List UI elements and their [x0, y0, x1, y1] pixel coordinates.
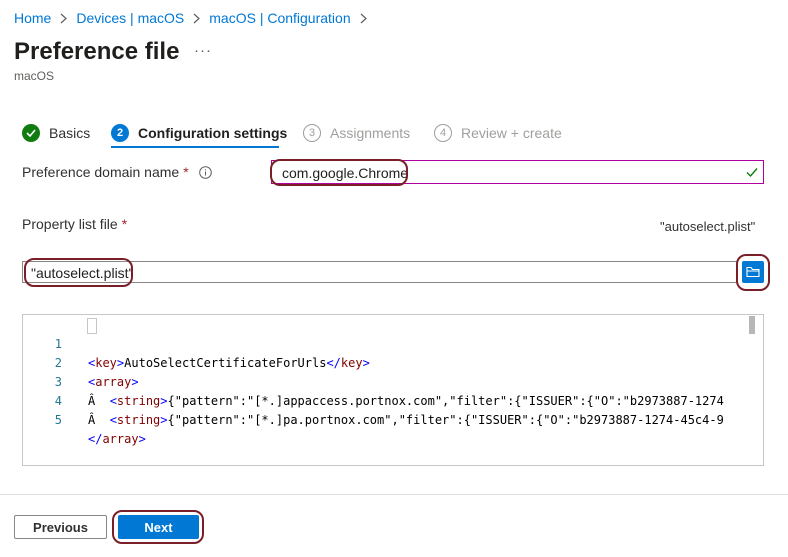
highlight-annotation	[270, 159, 408, 186]
highlight-annotation	[112, 510, 204, 544]
active-tab-indicator	[111, 146, 279, 148]
plist-code-editor[interactable]: 1 <key>AutoSelectCertificateForUrls</key…	[22, 314, 764, 466]
breadcrumb-devices-macos[interactable]: Devices | macOS	[76, 10, 184, 26]
breadcrumb: Home Devices | macOS macOS | Configurati…	[14, 10, 376, 26]
checkmark-icon	[745, 165, 759, 184]
step-number: 3	[303, 124, 321, 142]
step-label: Basics	[49, 125, 91, 141]
selected-file-name: "autoselect.plist"	[660, 219, 756, 234]
plist-label: Property list file *	[22, 216, 127, 232]
editor-scrollbar[interactable]	[749, 316, 755, 334]
page-subtitle: macOS	[14, 69, 55, 83]
code-line: 4 Â <string>{"pattern":"[*.]pa.portnox.c…	[23, 373, 763, 427]
code-line: 5 </array>	[23, 392, 763, 446]
page-title: Preference file	[14, 38, 180, 65]
breadcrumb-macos-configuration[interactable]: macOS | Configuration	[209, 10, 350, 26]
required-mark: *	[121, 216, 128, 232]
step-number: 2	[111, 124, 129, 142]
more-options-icon[interactable]: ···	[194, 42, 212, 59]
tab-assignments[interactable]: 3 Assignments	[303, 120, 410, 146]
chevron-right-icon	[193, 13, 201, 24]
tab-review-create[interactable]: 4 Review + create	[434, 120, 562, 146]
highlight-annotation	[736, 254, 770, 291]
wizard-steps: Basics 2 Configuration settings 3 Assign…	[22, 120, 582, 148]
code-line: 1 <key>AutoSelectCertificateForUrls</key…	[23, 316, 763, 370]
required-mark: *	[183, 164, 189, 180]
previous-button[interactable]: Previous	[14, 515, 107, 539]
plist-label-text: Property list file	[22, 216, 118, 232]
chevron-right-icon	[360, 13, 367, 24]
tab-basics[interactable]: Basics	[22, 120, 90, 146]
step-label: Configuration settings	[138, 125, 288, 141]
tab-configuration-settings[interactable]: 2 Configuration settings	[111, 120, 287, 146]
step-label: Review + create	[461, 125, 562, 141]
domain-name-label: Preference domain name *	[22, 164, 212, 180]
code-text: Â <string>{"pattern":"[*.]pa.portnox.com…	[88, 413, 724, 427]
chevron-right-icon	[60, 13, 68, 24]
footer-divider	[0, 494, 788, 495]
step-number: 4	[434, 124, 452, 142]
line-number: 5	[54, 413, 62, 427]
breadcrumb-home[interactable]: Home	[14, 10, 51, 26]
highlight-annotation	[24, 258, 133, 287]
code-line: 2 <array>	[23, 335, 763, 389]
domain-name-label-text: Preference domain name	[22, 164, 180, 180]
step-label: Assignments	[330, 125, 411, 141]
checkmark-circle-icon	[22, 124, 40, 142]
code-line: 3 Â <string>{"pattern":"[*.]appaccess.po…	[23, 354, 763, 408]
code-text: </array>	[88, 432, 146, 446]
info-icon[interactable]	[198, 165, 212, 179]
